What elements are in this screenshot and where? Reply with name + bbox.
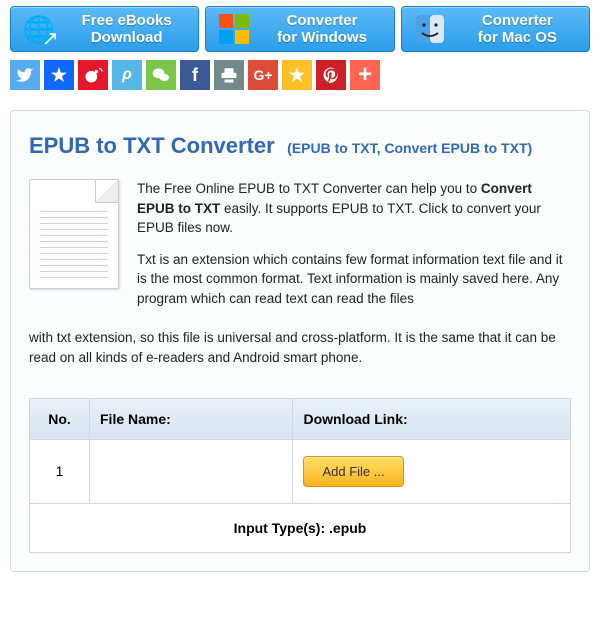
wechat-icon[interactable] — [146, 60, 176, 90]
table-row: 1 Add File ... — [30, 439, 571, 503]
document-icon — [29, 179, 119, 289]
print-icon[interactable] — [214, 60, 244, 90]
col-header-no: No. — [30, 398, 90, 439]
mac-finder-icon — [412, 11, 448, 47]
intro-text: The Free Online EPUB to TXT Converter ca… — [137, 179, 571, 320]
more-share-icon[interactable]: + — [350, 60, 380, 90]
button-label: Converter — [456, 12, 579, 29]
col-header-download: Download Link: — [293, 398, 571, 439]
qzone-icon[interactable]: ★ — [44, 60, 74, 90]
intro-section: The Free Online EPUB to TXT Converter ca… — [29, 179, 571, 320]
converter-macos-button[interactable]: Converter for Mac OS — [401, 6, 590, 52]
download-cell: Add File ... — [293, 439, 571, 503]
top-nav-buttons: 🌐 Free eBooks Download Converter for Win… — [0, 0, 600, 56]
col-header-filename: File Name: — [90, 398, 293, 439]
favorite-icon[interactable]: ★ — [282, 60, 312, 90]
facebook-icon[interactable]: f — [180, 60, 210, 90]
windows-icon — [216, 11, 252, 47]
input-types-row: Input Type(s): .epub — [30, 503, 571, 552]
button-label: Converter — [260, 12, 383, 29]
add-file-button[interactable]: Add File ... — [303, 456, 403, 487]
globe-icon: 🌐 — [21, 11, 57, 47]
converter-windows-button[interactable]: Converter for Windows — [205, 6, 394, 52]
weibo-icon[interactable] — [78, 60, 108, 90]
row-number: 1 — [30, 439, 90, 503]
page-title: EPUB to TXT Converter — [29, 133, 275, 158]
button-label: for Mac OS — [456, 29, 579, 46]
input-types-label: Input Type(s): .epub — [30, 503, 571, 552]
files-table: No. File Name: Download Link: 1 Add File… — [29, 398, 571, 553]
button-label: for Windows — [260, 29, 383, 46]
twitter-icon[interactable] — [10, 60, 40, 90]
page-subtitle: (EPUB to TXT, Convert EPUB to TXT) — [287, 140, 532, 156]
intro-paragraph-1: The Free Online EPUB to TXT Converter ca… — [137, 179, 571, 238]
free-ebooks-download-button[interactable]: 🌐 Free eBooks Download — [10, 6, 199, 52]
filename-cell — [90, 439, 293, 503]
button-label: Free eBooks — [65, 12, 188, 29]
google-plus-icon[interactable]: G+ — [248, 60, 278, 90]
pinterest-icon[interactable] — [316, 60, 346, 90]
button-label: Download — [65, 29, 188, 46]
main-panel: EPUB to TXT Converter (EPUB to TXT, Conv… — [10, 110, 590, 572]
tencent-icon[interactable]: ρ — [112, 60, 142, 90]
page-title-line: EPUB to TXT Converter (EPUB to TXT, Conv… — [29, 133, 571, 159]
intro-paragraph-2a: Txt is an extension which contains few f… — [137, 250, 571, 309]
share-icons-row: ★ ρ f G+ ★ + — [0, 56, 600, 100]
intro-paragraph-2b: with txt extension, so this file is univ… — [29, 328, 571, 367]
